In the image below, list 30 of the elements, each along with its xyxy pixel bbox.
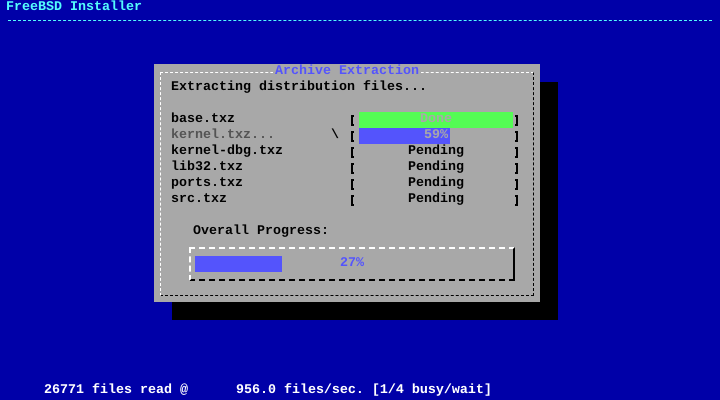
bracket-icon — [351, 146, 354, 158]
installer-title: FreeBSD Installer — [5, 0, 143, 16]
bracket-icon — [351, 114, 354, 126]
file-name: lib32.txz — [171, 160, 244, 176]
bracket-icon — [515, 146, 518, 158]
bracket-icon — [515, 194, 518, 206]
file-name: kernel-dbg.txz — [171, 144, 284, 160]
status-text: Pending — [408, 144, 464, 160]
bracket-icon — [351, 194, 354, 206]
spinner-glyph: \ — [331, 128, 340, 144]
bracket-icon — [515, 114, 518, 126]
bracket-icon — [515, 130, 518, 142]
bracket-icon — [351, 162, 354, 174]
overall-percent: 27% — [340, 256, 364, 272]
status-done: Done — [359, 112, 513, 128]
bracket-icon — [351, 178, 354, 190]
file-name: kernel.txz... — [171, 128, 276, 144]
status-text: Pending — [408, 176, 464, 192]
status-text: Pending — [408, 192, 464, 208]
file-name: ports.txz — [171, 176, 244, 192]
overall-label: Overall Progress: — [193, 224, 330, 240]
status-line: 26771 files read @ 956.0 files/sec. [1/4 busy/wait] — [43, 383, 493, 399]
bracket-icon — [515, 162, 518, 174]
status-text: Pending — [408, 160, 464, 176]
file-name: src.txz — [171, 192, 228, 208]
dialog-message: Extracting distribution files... — [171, 80, 428, 96]
file-name: base.txz — [171, 112, 236, 128]
progress-text: 59% — [424, 128, 448, 144]
bracket-icon — [351, 130, 354, 142]
bracket-icon — [515, 178, 518, 190]
